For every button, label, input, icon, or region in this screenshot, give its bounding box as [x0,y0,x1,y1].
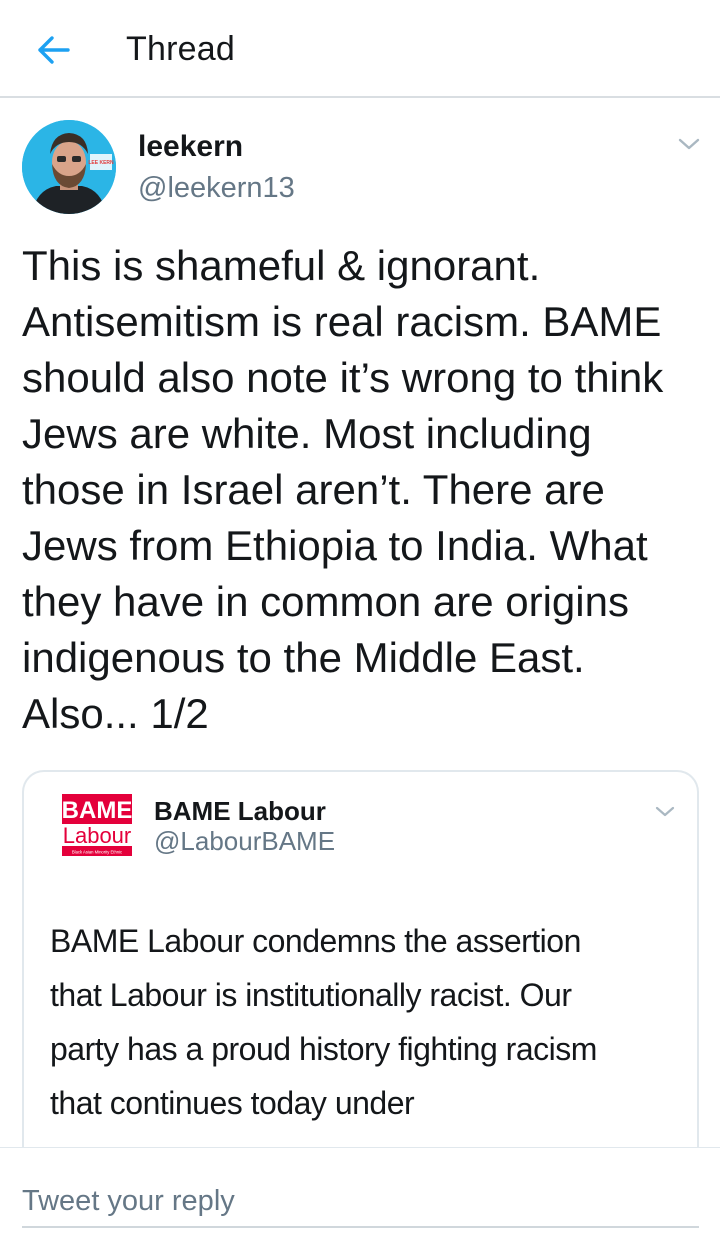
avatar[interactable]: LEE KERN [22,120,116,214]
reply-input[interactable] [22,1176,699,1228]
author-name[interactable]: leekern [138,130,243,164]
chevron-down-icon [678,138,700,150]
arrow-left-icon [38,36,70,64]
quoted-tweet-card[interactable]: BAME Labour Black Asian Minority Ethnic … [22,770,699,1190]
bame-labour-logo: BAME Labour Black Asian Minority Ethnic [62,794,132,856]
tweet-body: This is shameful & ignorant. Antisemitis… [22,242,664,737]
page-title: Thread [126,30,235,68]
quoted-author-name[interactable]: BAME Labour [154,796,326,827]
back-button[interactable] [30,28,74,72]
quoted-author-handle[interactable]: @LabourBAME [154,826,335,857]
logo-line2: Labour [63,823,132,848]
avatar-label: LEE KERN [88,160,114,166]
author-handle[interactable]: @leekern13 [138,172,295,205]
logo-line1: BAME [62,797,132,824]
quoted-tweet-menu-button[interactable] [654,804,676,820]
reply-composer [0,1147,720,1237]
chevron-down-icon [655,806,675,817]
logo-tagline: Black Asian Minority Ethnic [72,850,122,855]
top-app-bar: Thread [0,0,720,98]
quoted-tweet-body: BAME Labour condemns the assertion that … [50,923,597,1121]
tweet-menu-button[interactable] [676,134,702,154]
